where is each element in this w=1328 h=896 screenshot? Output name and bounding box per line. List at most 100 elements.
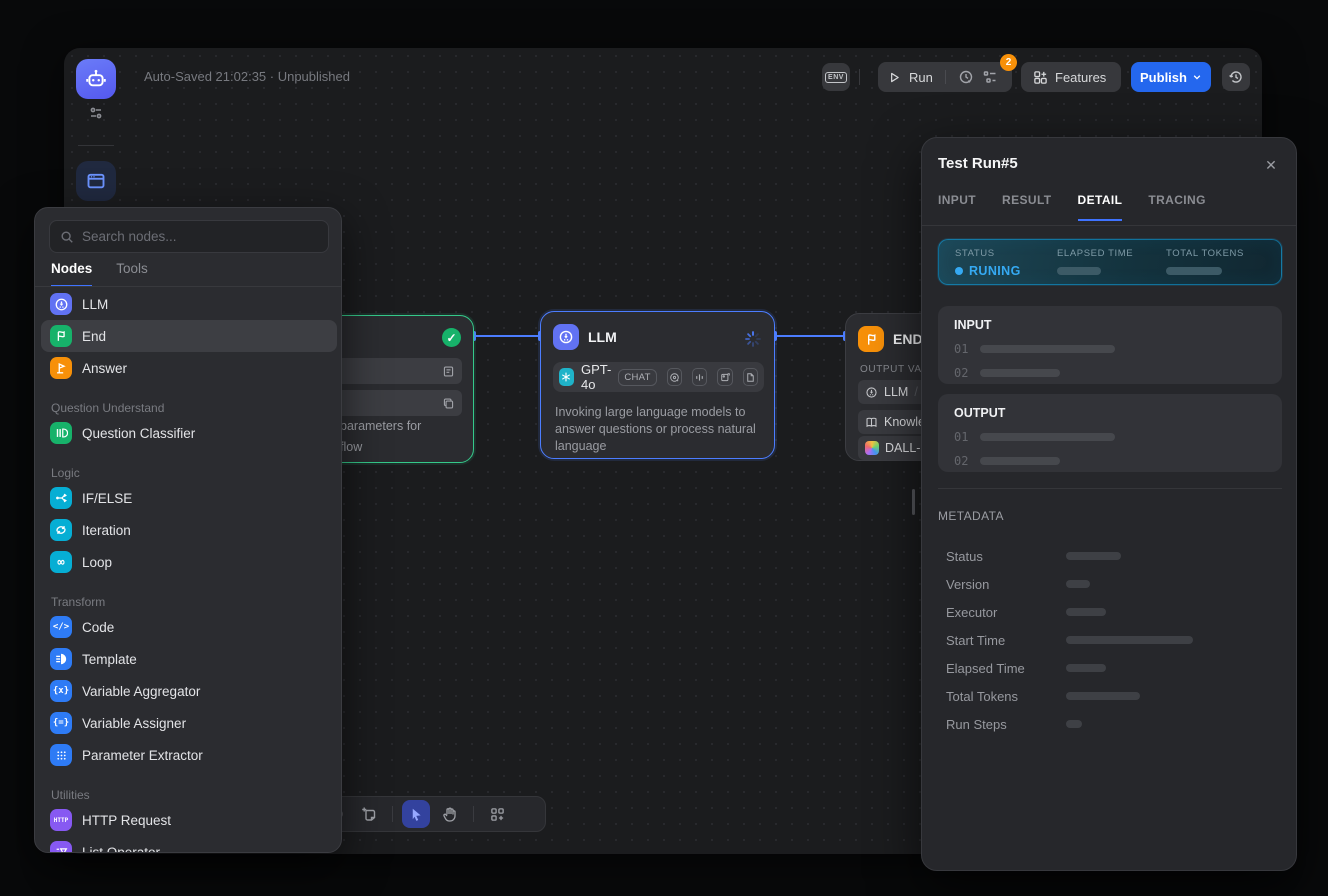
llm-icon — [50, 293, 72, 315]
variable-aggregator-icon: {x} — [50, 680, 72, 702]
tabs-divider — [35, 286, 342, 287]
node-item-variable-assigner[interactable]: {=} Variable Assigner — [41, 707, 337, 739]
tab-detail[interactable]: DETAIL — [1078, 193, 1123, 221]
input-skeleton — [980, 369, 1060, 377]
node-item-variable-aggregator[interactable]: {x} Variable Aggregator — [41, 675, 337, 707]
search-icon — [60, 230, 74, 244]
node-item-if-else[interactable]: IF/ELSE — [41, 482, 337, 514]
model-name: GPT-4o — [581, 362, 611, 392]
status-label: STATUS — [955, 248, 1057, 259]
search-placeholder: Search nodes... — [82, 229, 177, 244]
preview-window-icon[interactable] — [76, 161, 116, 201]
llm-node-title: LLM — [588, 329, 617, 345]
meta-row-start-time: Start Time — [922, 626, 1298, 654]
template-icon — [50, 648, 72, 670]
tab-result[interactable]: RESULT — [1002, 193, 1052, 221]
env-icon: ENV — [825, 72, 847, 83]
audio-badge-icon — [692, 368, 707, 386]
tab-tracing[interactable]: TRACING — [1148, 193, 1205, 221]
tab-input[interactable]: INPUT — [938, 193, 976, 221]
output-card: OUTPUT 01 02 — [938, 394, 1282, 472]
node-item-llm[interactable]: LLM — [41, 288, 337, 320]
topbar-divider — [859, 69, 860, 85]
publish-button[interactable]: Publish — [1131, 62, 1211, 92]
chevron-down-icon — [1192, 72, 1202, 82]
node-item-template[interactable]: Template — [41, 643, 337, 675]
canvas-scrollbar[interactable] — [912, 489, 915, 515]
node-search-panel: Search nodes... Nodes Tools LLM End Answ… — [34, 207, 342, 853]
dalle-icon — [865, 441, 879, 455]
run-history-clock-icon[interactable] — [958, 69, 974, 85]
output-title: OUTPUT — [954, 406, 1266, 420]
node-item-parameter-extractor[interactable]: Parameter Extractor — [41, 739, 337, 771]
run-button-group: Run — [878, 62, 1012, 92]
iteration-icon — [50, 519, 72, 541]
hand-tool-button[interactable] — [436, 800, 464, 828]
meta-row-executor: Executor — [922, 598, 1298, 626]
checklist-warning-badge: 2 — [1000, 54, 1017, 71]
knowledge-book-icon — [865, 416, 878, 429]
llm-node[interactable]: LLM GPT-4o CHAT — [540, 311, 775, 459]
checklist-icon[interactable] — [982, 69, 998, 85]
section-question-understand: Question Understand — [35, 395, 342, 417]
output-skeleton — [980, 433, 1115, 441]
answer-icon — [50, 357, 72, 379]
model-selector[interactable]: GPT-4o CHAT — [553, 362, 764, 392]
edge-llm-to-end — [775, 335, 845, 337]
end-node-title: END — [893, 331, 923, 347]
variable-assigner-icon: {=} — [50, 712, 72, 734]
http-request-icon: HTTP — [50, 809, 72, 831]
close-icon[interactable]: ✕ — [1260, 154, 1282, 176]
input-card: INPUT 01 02 — [938, 306, 1282, 384]
toolbar-divider — [473, 806, 474, 822]
publish-label: Publish — [1140, 70, 1187, 85]
row-number: 02 — [954, 454, 968, 468]
toolbar-divider — [392, 806, 393, 822]
row-number: 01 — [954, 342, 968, 356]
meta-row-version: Version — [922, 570, 1298, 598]
preferences-sliders-icon[interactable] — [84, 101, 108, 125]
question-classifier-icon — [50, 422, 72, 444]
llm-icon — [553, 324, 579, 350]
features-label: Features — [1055, 70, 1106, 85]
node-item-question-classifier[interactable]: Question Classifier — [41, 417, 337, 449]
end-icon — [50, 325, 72, 347]
status-dot-icon — [955, 267, 963, 275]
version-history-button[interactable] — [1222, 63, 1250, 91]
tokens-skeleton — [1166, 267, 1222, 275]
code-icon: </> — [50, 616, 72, 638]
node-item-iteration[interactable]: Iteration — [41, 514, 337, 546]
openai-icon — [559, 368, 574, 386]
node-item-list-operator[interactable]: List Operator — [41, 836, 337, 853]
start-node-description: parameters for flow — [340, 416, 421, 458]
rail-divider — [78, 145, 114, 146]
node-item-end[interactable]: End — [41, 320, 337, 352]
section-transform: Transform — [35, 589, 342, 611]
text-field-icon — [442, 365, 455, 378]
search-input[interactable]: Search nodes... — [49, 220, 329, 253]
app-logo-robot-icon[interactable] — [76, 59, 116, 99]
features-button[interactable]: Features — [1021, 62, 1121, 92]
tab-tools[interactable]: Tools — [116, 261, 148, 287]
list-operator-icon — [50, 841, 72, 853]
vision-badge-icon — [667, 368, 682, 386]
run-button[interactable]: Run — [909, 70, 933, 85]
node-item-http-request[interactable]: HTTP HTTP Request — [41, 804, 337, 836]
add-note-button[interactable] — [355, 800, 383, 828]
output-skeleton — [980, 457, 1060, 465]
parameter-extractor-icon — [50, 744, 72, 766]
status-value: RUNING — [955, 264, 1057, 278]
image-badge-icon — [717, 368, 732, 386]
env-variables-button[interactable]: ENV — [822, 63, 850, 91]
node-item-answer[interactable]: Answer — [41, 352, 337, 384]
test-run-panel: Test Run#5 ✕ INPUT RESULT DETAIL TRACING… — [921, 137, 1297, 871]
metadata-title: METADATA — [938, 509, 1004, 523]
node-item-code[interactable]: </> Code — [41, 611, 337, 643]
metadata-divider — [938, 488, 1282, 489]
if-else-icon — [50, 487, 72, 509]
pointer-tool-button[interactable] — [402, 800, 430, 828]
node-item-loop[interactable]: ∞ Loop — [41, 546, 337, 578]
tab-nodes[interactable]: Nodes — [51, 261, 92, 287]
llm-node-description: Invoking large language models to answer… — [555, 404, 760, 455]
organize-nodes-button[interactable] — [483, 800, 511, 828]
